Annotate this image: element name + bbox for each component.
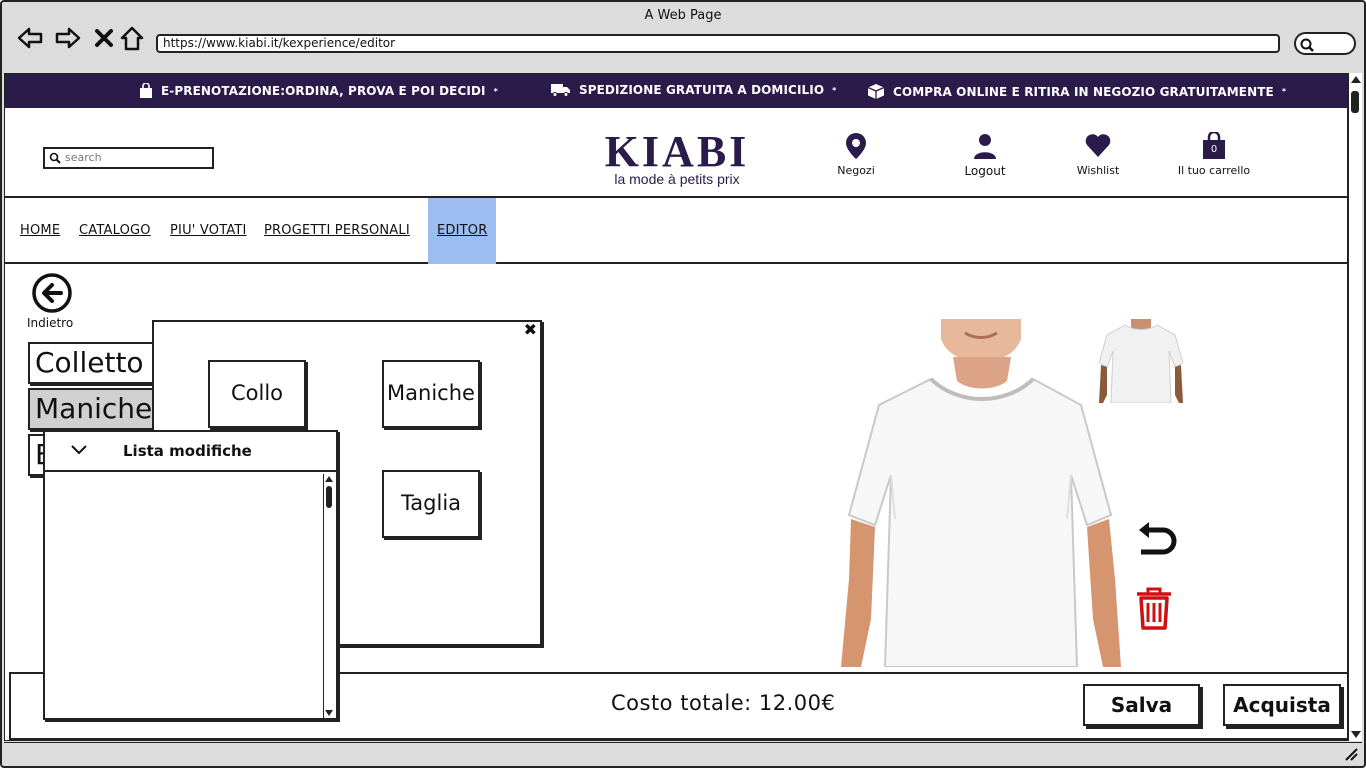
- arrow-left-circle-icon: [32, 273, 72, 313]
- home-icon[interactable]: [118, 24, 146, 52]
- close-icon[interactable]: ✖: [524, 320, 537, 339]
- nav-item-piu-votati[interactable]: PIU' VOTATI: [170, 198, 247, 264]
- user-icon: [974, 134, 996, 159]
- changes-list-title: Lista modifiche: [123, 442, 252, 460]
- promo-text: COMPRA ONLINE E RITIRA IN NEGOZIO GRATUI…: [893, 84, 1274, 99]
- promo-mark: *: [1281, 87, 1287, 96]
- changes-list-panel: Lista modifiche: [43, 430, 338, 720]
- map-pin-icon: [846, 133, 866, 159]
- back-arrow-icon[interactable]: [16, 24, 44, 52]
- option-taglia[interactable]: Taglia: [382, 470, 480, 538]
- nav-item-catalogo[interactable]: CATALOGO: [79, 198, 151, 264]
- logo-word: KIABI: [604, 127, 750, 176]
- tshirt-front-image: [835, 319, 1121, 667]
- cart-icon-wrap: 0: [1201, 132, 1227, 160]
- scroll-down-icon[interactable]: [325, 710, 333, 716]
- stop-icon[interactable]: [90, 24, 118, 52]
- nav-item-progetti-personali[interactable]: PROGETTI PERSONALI: [264, 198, 410, 264]
- scroll-up-icon[interactable]: [1351, 76, 1361, 83]
- page-scrollbar[interactable]: [1348, 73, 1362, 741]
- tab-maniche[interactable]: Maniche: [28, 388, 156, 430]
- buy-button[interactable]: Acquista: [1223, 684, 1341, 726]
- kiabi-logo[interactable]: KIABI la mode à petits prix: [603, 127, 751, 187]
- scroll-down-icon[interactable]: [1351, 731, 1361, 738]
- browser-search[interactable]: [1294, 32, 1356, 55]
- page-viewport: E-PRENOTAZIONE:ORDINA, PROVA E POI DECID…: [4, 73, 1348, 741]
- cart-label: Il tuo carrello: [1177, 164, 1251, 177]
- shopping-bag-icon: [140, 83, 152, 98]
- promo-bar: E-PRENOTAZIONE:ORDINA, PROVA E POI DECID…: [5, 74, 1347, 108]
- url-bar[interactable]: https://www.kiabi.it/kexperience/editor: [156, 34, 1280, 53]
- promo-item: E-PRENOTAZIONE:ORDINA, PROVA E POI DECID…: [139, 83, 498, 99]
- tshirt-back-thumbnail[interactable]: [1099, 319, 1183, 403]
- scroll-thumb[interactable]: [326, 486, 332, 508]
- wishlist-label: Wishlist: [1076, 164, 1120, 177]
- changes-list-header[interactable]: Lista modifiche: [45, 432, 336, 472]
- tab-colletto[interactable]: Colletto: [28, 342, 156, 384]
- stores-link[interactable]: Negozi: [801, 132, 911, 177]
- promo-item: COMPRA ONLINE E RITIRA IN NEGOZIO GRATUI…: [867, 83, 1286, 100]
- promo-item: SPEDIZIONE GRATUITA A DOMICILIO *: [551, 83, 836, 97]
- logout-link[interactable]: Logout: [930, 132, 1040, 178]
- search-placeholder: search: [65, 151, 102, 164]
- cart-count: 0: [1210, 144, 1218, 155]
- heart-icon: [1085, 134, 1111, 157]
- search-icon: [1300, 38, 1314, 52]
- status-bar: [4, 742, 1362, 764]
- resize-grip-icon[interactable]: [1344, 747, 1358, 761]
- main-nav: HOME CATALOGO PIU' VOTATI PROGETTI PERSO…: [5, 196, 1347, 264]
- forward-arrow-icon[interactable]: [54, 24, 82, 52]
- option-collo[interactable]: Collo: [208, 360, 306, 428]
- promo-mark: *: [832, 85, 837, 95]
- undo-icon[interactable]: [1135, 520, 1179, 564]
- promo-mark: *: [493, 86, 498, 96]
- scroll-up-icon[interactable]: [325, 476, 333, 482]
- logo-tagline: la mode à petits prix: [614, 171, 740, 187]
- logout-label: Logout: [964, 164, 1006, 178]
- chevron-down-icon: [71, 445, 87, 455]
- scroll-thumb[interactable]: [1351, 91, 1359, 113]
- nav-item-home[interactable]: HOME: [20, 198, 60, 264]
- truck-icon: [551, 84, 570, 97]
- promo-text: E-PRENOTAZIONE:ORDINA, PROVA E POI DECID…: [161, 84, 486, 98]
- promo-text: SPEDIZIONE GRATUITA A DOMICILIO: [579, 83, 825, 97]
- back-label: Indietro: [27, 316, 74, 330]
- site-search-input[interactable]: search: [43, 147, 214, 169]
- search-icon: [49, 152, 61, 164]
- wishlist-link[interactable]: Wishlist: [1043, 132, 1153, 177]
- trash-icon[interactable]: [1133, 586, 1175, 630]
- box-icon: [867, 84, 885, 99]
- option-maniche[interactable]: Maniche: [382, 360, 480, 428]
- window-title: A Web Page: [644, 8, 722, 23]
- stores-label: Negozi: [837, 164, 875, 177]
- total-cost: Costo totale: 12.00€: [611, 691, 836, 715]
- back-button[interactable]: [27, 272, 77, 318]
- save-button[interactable]: Salva: [1083, 684, 1200, 726]
- changes-scrollbar[interactable]: [323, 474, 334, 718]
- nav-item-editor[interactable]: EDITOR: [428, 198, 497, 264]
- cart-link[interactable]: 0 Il tuo carrello: [1159, 132, 1269, 177]
